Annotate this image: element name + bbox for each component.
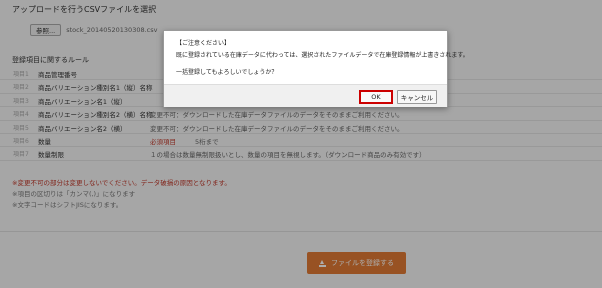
dialog-message: 既に登録されている在庫データに代わっては、選択されたファイルデータで在庫登録情報…	[176, 52, 469, 59]
ok-button[interactable]: OK	[359, 90, 393, 104]
dialog-question: 一括登録してもよろしいでしょうか？	[176, 69, 278, 76]
cancel-button[interactable]: キャンセル	[397, 90, 437, 104]
dialog-footer: OK キャンセル	[164, 84, 447, 107]
confirm-dialog: 【ご注意ください】 既に登録されている在庫データに代わっては、選択されたファイル…	[163, 30, 469, 107]
dialog-heading: 【ご注意ください】	[176, 40, 231, 47]
